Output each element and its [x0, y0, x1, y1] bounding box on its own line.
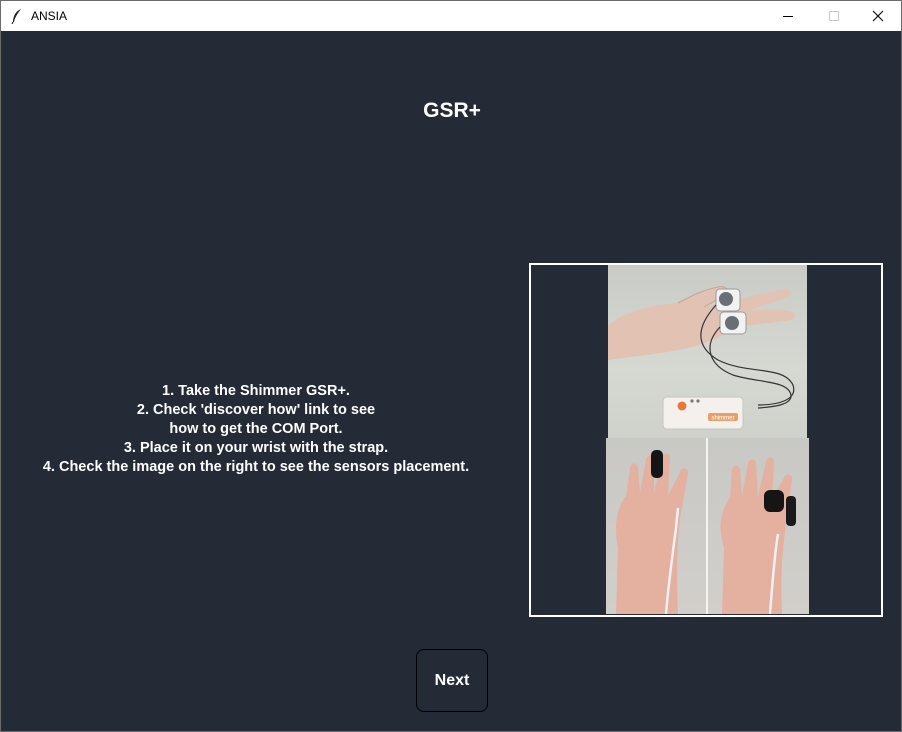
wrist-strap-photo-left — [606, 438, 706, 615]
page-title: GSR+ — [423, 99, 481, 122]
minimize-icon — [783, 16, 793, 17]
sensor-placement-image: shimmer — [529, 263, 883, 617]
next-button[interactable]: Next — [416, 649, 488, 712]
wrist-strap-photo-right — [708, 438, 809, 615]
window-title: ANSIA — [31, 9, 68, 23]
instruction-line: 2. Check 'discover how' link to see — [136, 402, 376, 418]
close-button[interactable] — [855, 1, 901, 31]
instruction-line: 3. Place it on your wrist with the strap… — [123, 440, 389, 456]
maximize-icon — [829, 11, 839, 21]
close-icon — [872, 10, 884, 22]
minimize-button[interactable] — [765, 1, 811, 31]
device-logo: shimmer — [711, 416, 734, 422]
feather-icon — [11, 9, 21, 24]
instruction-line: how to get the COM Port. — [169, 421, 343, 437]
main-content: GSR+ 1. Take the Shimmer GSR+. 2. Check … — [1, 31, 901, 731]
instructions-text: 1. Take the Shimmer GSR+. 2. Check 'disc… — [11, 382, 501, 477]
hand-electrodes-photo: shimmer — [608, 265, 807, 438]
instruction-line: 4. Check the image on the right to see t… — [42, 459, 470, 475]
instruction-line: 1. Take the Shimmer GSR+. — [162, 383, 350, 399]
maximize-button[interactable] — [811, 1, 857, 31]
app-window: ANSIA GSR+ 1. Take the Shimmer GSR+. 2. … — [0, 0, 902, 732]
title-bar[interactable]: ANSIA — [1, 1, 901, 31]
